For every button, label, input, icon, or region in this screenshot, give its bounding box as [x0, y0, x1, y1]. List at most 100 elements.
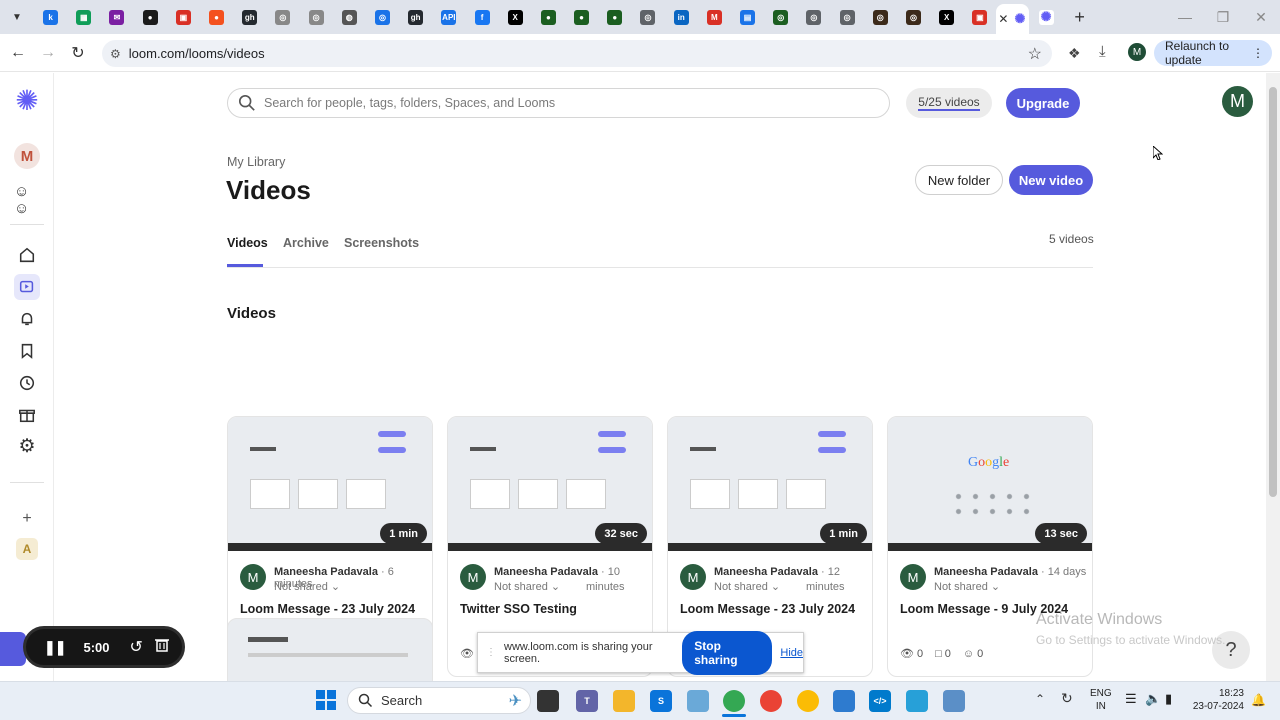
chrome-profile-icon[interactable] [760, 690, 782, 712]
browser-tab[interactable]: ◎ [366, 0, 399, 34]
tab-archive[interactable]: Archive [283, 236, 329, 250]
history-icon[interactable] [14, 370, 40, 396]
browser-tab[interactable]: gh [233, 0, 266, 34]
maximize-button[interactable]: ❐ [1204, 9, 1242, 26]
stop-sharing-button[interactable]: Stop sharing [682, 630, 773, 675]
video-card-partial[interactable] [227, 618, 433, 681]
language-indicator[interactable]: ENG IN [1090, 687, 1112, 713]
forward-button[interactable]: → [33, 44, 63, 62]
video-thumbnail[interactable]: 32 sec [448, 417, 652, 551]
skype-icon[interactable]: S [650, 690, 672, 712]
delete-recording-icon[interactable] [154, 637, 169, 657]
browser-tab[interactable]: ◎ [631, 0, 664, 34]
notepad-icon[interactable] [833, 690, 855, 712]
address-bar[interactable]: ⚙ loom.com/looms/videos ☆ [102, 40, 1052, 67]
browser-tab[interactable]: M [698, 0, 731, 34]
file-explorer-icon[interactable] [613, 690, 635, 712]
browser-tab[interactable]: ▣ [167, 0, 200, 34]
video-thumbnail[interactable]: 1 min [668, 417, 872, 551]
search-input[interactable]: Search for people, tags, folders, Spaces… [227, 88, 890, 118]
browser-tab[interactable]: ◎ [864, 0, 897, 34]
browser-tab[interactable]: ● [200, 0, 233, 34]
browser-tab[interactable]: ◍ [333, 0, 366, 34]
close-window-button[interactable]: ✕ [1242, 9, 1280, 26]
restart-icon[interactable]: ↺ [130, 637, 143, 657]
breadcrumb[interactable]: My Library [227, 155, 285, 169]
notifications-icon[interactable] [14, 306, 40, 332]
tab-loom-2[interactable]: ✺ [1029, 0, 1062, 34]
teams-icon[interactable]: T [576, 690, 598, 712]
relaunch-button[interactable]: Relaunch to update ⋮ [1154, 39, 1272, 67]
scrollbar-thumb[interactable] [1269, 87, 1277, 497]
browser-tab[interactable]: ◎ [831, 0, 864, 34]
bookmark-icon[interactable] [14, 338, 40, 364]
reload-button[interactable]: ↻ [63, 43, 93, 63]
browser-tab[interactable]: ● [134, 0, 167, 34]
sharing-status-dropdown[interactable]: Not shared ⌄ [714, 580, 780, 593]
settings-gear-icon[interactable]: ⚙ [14, 433, 40, 459]
add-space-icon[interactable]: + [14, 506, 40, 532]
video-title[interactable]: Loom Message - 23 July 2024 [240, 602, 415, 616]
browser-tab[interactable]: ◎ [797, 0, 830, 34]
video-title[interactable]: Loom Message - 23 July 2024 [680, 602, 855, 616]
volume-icon[interactable]: 🔈 [1145, 691, 1161, 707]
active-tab[interactable]: ✕ ✺ [996, 4, 1030, 34]
team-icon[interactable]: ☺☺ [14, 183, 40, 217]
browser-tab[interactable]: ◎ [764, 0, 797, 34]
recorder-tab[interactable] [0, 632, 26, 666]
downloads-icon[interactable]: ⤓ [1099, 43, 1106, 60]
space-avatar[interactable]: A [16, 538, 38, 560]
bookmark-star-icon[interactable]: ☆ [1028, 44, 1042, 64]
browser-tab[interactable]: ▤ [731, 0, 764, 34]
battery-icon[interactable]: ▮ [1165, 691, 1172, 707]
browser-tab[interactable]: X [930, 0, 963, 34]
chrome-icon[interactable] [723, 690, 745, 712]
extensions-icon[interactable]: ❖ [1068, 45, 1081, 62]
sharing-status-dropdown[interactable]: Not shared ⌄ [274, 580, 340, 593]
taskbar-search[interactable]: Search ✈ [347, 687, 531, 714]
notification-bell-icon[interactable]: 🔔 [1251, 693, 1266, 707]
browser-tab[interactable]: ● [565, 0, 598, 34]
snipping-tool-icon[interactable] [906, 690, 928, 712]
browser-tab[interactable]: ● [598, 0, 631, 34]
browser-tab[interactable]: gh [399, 0, 432, 34]
sharing-status-dropdown[interactable]: Not shared ⌄ [934, 580, 1000, 593]
site-info-icon[interactable]: ⚙ [110, 47, 121, 61]
app-icon[interactable] [687, 690, 709, 712]
workspace-avatar[interactable]: M [14, 143, 40, 169]
app-window-icon[interactable] [943, 690, 965, 712]
browser-tab[interactable]: API [432, 0, 465, 34]
new-folder-button[interactable]: New folder [915, 165, 1003, 195]
video-thumbnail[interactable]: 1 min [228, 417, 432, 551]
tab-search-dropdown-icon[interactable]: ▼ [5, 5, 29, 29]
user-avatar[interactable]: M [1222, 86, 1253, 117]
pause-icon[interactable]: ❚❚ [44, 639, 66, 656]
hide-link[interactable]: Hide [780, 647, 803, 659]
drag-handle-icon[interactable]: ⋮ [486, 647, 496, 658]
browser-tab[interactable]: ◎ [266, 0, 299, 34]
wifi-icon[interactable]: ☰ [1125, 691, 1137, 707]
browser-tab[interactable]: ▦ [67, 0, 100, 34]
browser-tab[interactable]: ◎ [897, 0, 930, 34]
browser-tab[interactable]: X [499, 0, 532, 34]
sync-icon[interactable]: ↻ [1061, 690, 1073, 707]
library-icon[interactable] [14, 274, 40, 300]
video-title[interactable]: Twitter SSO Testing [460, 602, 577, 616]
close-tab-icon[interactable]: ✕ [998, 12, 1008, 26]
profile-avatar[interactable]: M [1128, 43, 1146, 61]
vscode-icon[interactable]: </> [869, 690, 891, 712]
chrome-profile-2-icon[interactable] [797, 690, 819, 712]
quota-badge[interactable]: 5/25 videos [906, 88, 992, 118]
task-view-icon[interactable] [537, 690, 559, 712]
page-scrollbar[interactable] [1266, 73, 1280, 681]
browser-tab[interactable]: in [665, 0, 698, 34]
browser-tab[interactable]: ▣ [963, 0, 996, 34]
browser-tab[interactable]: ● [532, 0, 565, 34]
clock[interactable]: 18:23 23-07-2024 [1192, 687, 1244, 713]
tab-screenshots[interactable]: Screenshots [344, 236, 419, 250]
new-video-button[interactable]: New video [1009, 165, 1093, 195]
new-tab-button[interactable]: + [1067, 7, 1093, 28]
tray-chevron-icon[interactable]: ⌃ [1035, 692, 1045, 706]
back-button[interactable]: ← [3, 44, 33, 62]
tab-videos[interactable]: Videos [227, 236, 268, 250]
